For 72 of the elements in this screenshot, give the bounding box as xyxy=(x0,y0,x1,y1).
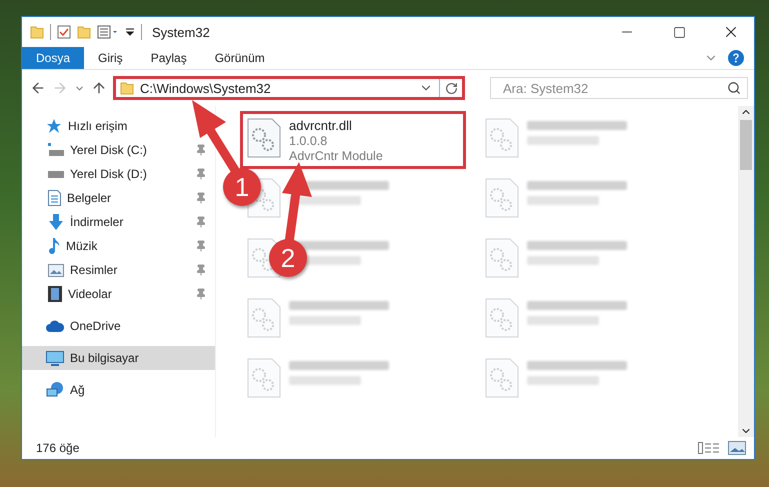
pin-icon[interactable] xyxy=(195,240,207,252)
gear-document-icon xyxy=(247,118,281,158)
sidebar-item[interactable]: Yerel Disk (C:) xyxy=(22,138,215,162)
monitor-icon xyxy=(46,350,64,366)
file-name: advrcntr.dll xyxy=(289,118,353,133)
checklist-icon[interactable] xyxy=(57,25,71,39)
gear-document-icon xyxy=(485,238,519,278)
sidebar-item[interactable]: Bu bilgisayar xyxy=(22,346,215,370)
window-title: System32 xyxy=(152,24,211,40)
gear-document-icon xyxy=(485,298,519,338)
music-note-icon xyxy=(48,238,60,254)
drive-icon xyxy=(48,143,64,157)
picture-view-icon[interactable] xyxy=(728,441,746,455)
address-field[interactable]: C:\Windows\System32 xyxy=(113,76,465,100)
pin-icon[interactable] xyxy=(195,288,207,300)
sidebar-item[interactable]: İndirmeler xyxy=(22,210,215,234)
gear-document-icon xyxy=(485,178,519,218)
pin-icon[interactable] xyxy=(195,168,207,180)
ribbon-tab[interactable]: Giriş xyxy=(84,47,137,69)
download-arrow-icon xyxy=(48,214,64,230)
file-description: AdvrCntr Module xyxy=(289,149,383,163)
new-folder-icon xyxy=(77,25,91,39)
search-field[interactable]: Ara: System32 xyxy=(490,77,748,99)
maximize-icon[interactable] xyxy=(672,26,686,38)
sidebar-item[interactable]: Belgeler xyxy=(22,186,215,210)
sidebar-item[interactable]: Ağ xyxy=(22,378,93,402)
cloud-icon xyxy=(46,320,64,332)
blurred-text-bar xyxy=(527,196,599,205)
file-version: 1.0.0.8 xyxy=(289,134,328,148)
picture-icon xyxy=(48,264,64,276)
sidebar-item[interactable]: OneDrive xyxy=(22,314,129,338)
blurred-text-bar xyxy=(527,136,599,145)
ribbon-tab[interactable]: Dosya xyxy=(22,47,84,69)
blurred-text-bar xyxy=(289,196,361,205)
scrollbar[interactable] xyxy=(738,106,754,437)
gear-document-icon xyxy=(485,118,519,158)
search-icon[interactable] xyxy=(727,81,741,95)
sidebar-item[interactable]: Yerel Disk (D:) xyxy=(22,162,215,186)
document-icon xyxy=(48,190,61,206)
customize-caret-icon[interactable] xyxy=(125,27,135,37)
ribbon-tab[interactable]: Paylaş xyxy=(136,47,201,69)
gear-document-icon xyxy=(247,298,281,338)
blurred-text-bar xyxy=(527,316,599,325)
help-icon[interactable] xyxy=(728,50,744,66)
network-icon xyxy=(46,382,64,398)
properties-icon[interactable] xyxy=(97,25,119,39)
pin-icon[interactable] xyxy=(195,216,207,228)
folder-icon xyxy=(120,81,134,95)
drive-icon xyxy=(48,170,64,178)
star-icon xyxy=(46,118,62,134)
ribbon-tab[interactable]: Görünüm xyxy=(200,47,279,69)
sidebar-item[interactable]: Videolar xyxy=(22,282,215,306)
sidebar-item[interactable]: Müzik xyxy=(22,234,215,258)
pin-icon[interactable] xyxy=(195,264,207,276)
folder-icon xyxy=(30,25,44,39)
file-item[interactable]: advrcntr.dll 1.0.0.8 AdvrCntr Module xyxy=(240,111,466,169)
refresh-icon[interactable] xyxy=(444,82,458,94)
gear-document-icon xyxy=(485,358,519,398)
sidebar-item[interactable]: Hızlı erişim xyxy=(22,114,136,138)
pin-icon[interactable] xyxy=(195,144,207,156)
item-count: 176 öğe xyxy=(36,441,80,455)
blurred-text-bar xyxy=(289,376,361,385)
blurred-text-bar xyxy=(527,376,599,385)
blurred-text-bar xyxy=(527,256,599,265)
film-icon xyxy=(48,286,62,302)
details-view-icon[interactable] xyxy=(698,442,720,454)
sidebar-item[interactable]: Resimler xyxy=(22,258,215,282)
address-path: C:\Windows\System32 xyxy=(140,80,272,96)
blurred-text-bar xyxy=(289,316,361,325)
pin-icon[interactable] xyxy=(195,192,207,204)
gear-document-icon xyxy=(247,358,281,398)
scrollbar-thumb[interactable] xyxy=(740,120,752,170)
